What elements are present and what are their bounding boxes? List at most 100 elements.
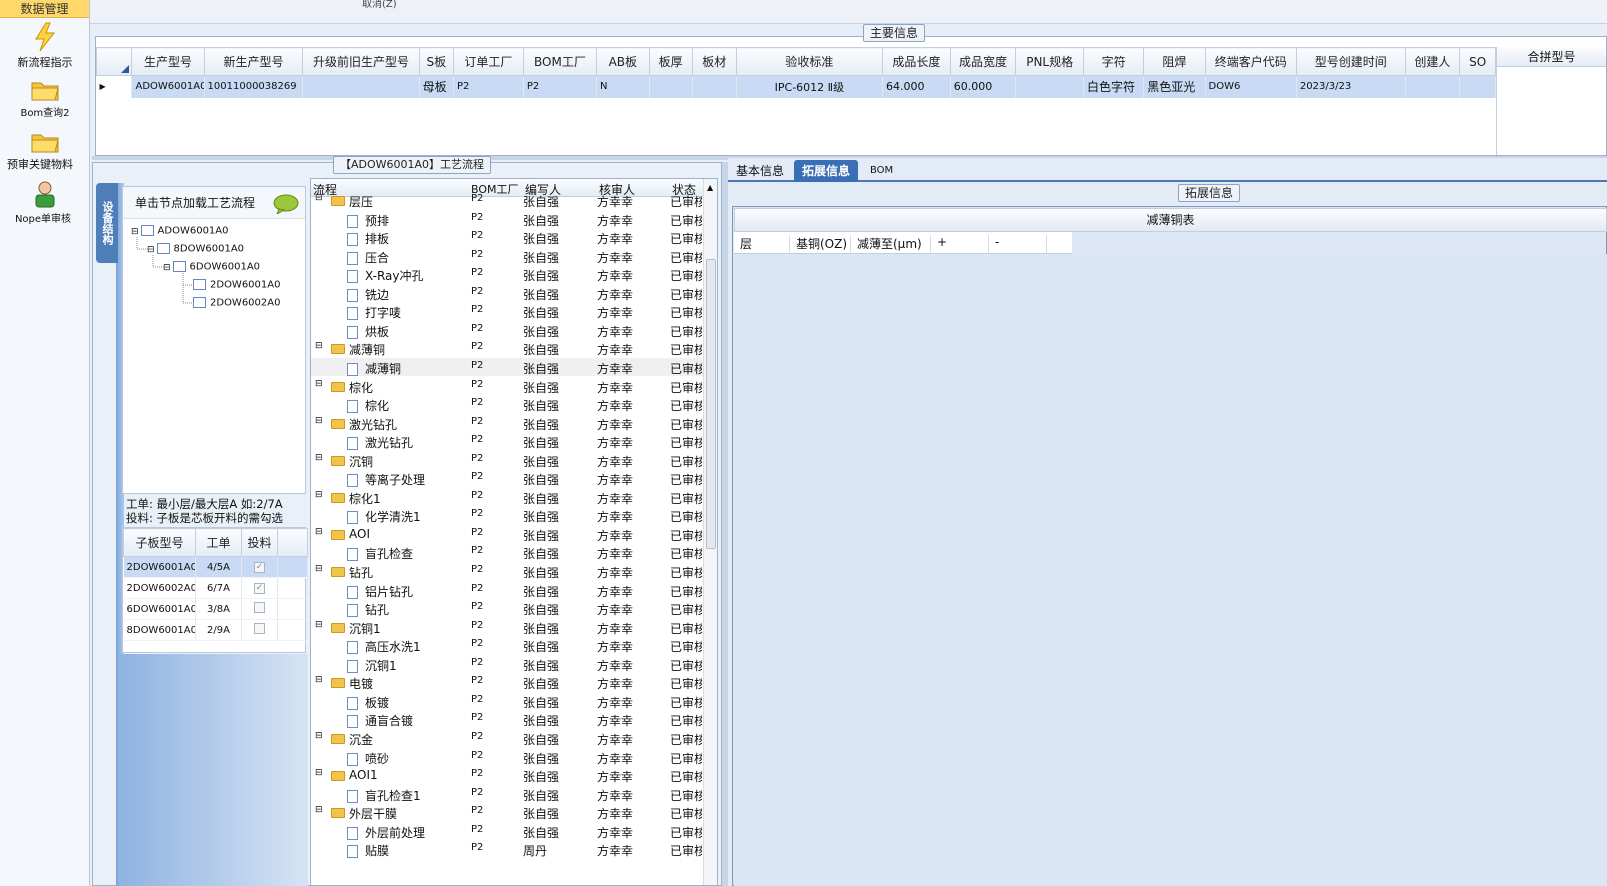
vertical-scrollbar[interactable]: ▲ bbox=[703, 179, 717, 885]
process-row[interactable]: 激光钻孔 P2 张自强 方幸幸 已审核 bbox=[311, 432, 703, 451]
process-row[interactable]: ⊟ 钻孔 P2 张自强 方幸幸 已审核 bbox=[311, 562, 703, 581]
process-row[interactable]: ⊟ AOI P2 张自强 方幸幸 已审核 bbox=[311, 525, 703, 544]
collapse-icon[interactable]: ⊟ bbox=[315, 731, 323, 741]
col-header[interactable]: PNL规格 bbox=[1015, 47, 1085, 76]
col-header[interactable]: S板 bbox=[418, 47, 454, 76]
col-header[interactable]: 子板型号 bbox=[123, 528, 196, 557]
cell[interactable]: 2/9A bbox=[195, 619, 242, 641]
process-row[interactable]: 等离子处理 P2 张自强 方幸幸 已审核 bbox=[311, 469, 703, 488]
cell[interactable] bbox=[1405, 75, 1461, 98]
process-row[interactable]: 板镀 P2 张自强 方幸幸 已审核 bbox=[311, 692, 703, 711]
feed-checkbox[interactable] bbox=[254, 602, 265, 613]
cell[interactable]: ADOW6001A0 bbox=[131, 75, 205, 98]
cell[interactable]: 60.000 bbox=[950, 75, 1017, 98]
process-row[interactable]: ⊟ 棕化1 P2 张自强 方幸幸 已审核 bbox=[311, 488, 703, 507]
tab-extended-info[interactable]: 拓展信息 bbox=[794, 160, 859, 182]
cell[interactable]: 6/7A bbox=[195, 577, 242, 599]
col-header[interactable]: 升级前旧生产型号 bbox=[302, 47, 420, 76]
cell[interactable]: N bbox=[596, 75, 650, 98]
cell[interactable]: 10011000038269 bbox=[204, 75, 304, 98]
process-row[interactable]: 贴膜 P2 周丹 方幸幸 已审核 bbox=[311, 840, 703, 859]
process-row[interactable]: ⊟ 沉金 P2 张自强 方幸幸 已审核 bbox=[311, 729, 703, 748]
nav-item-bom-query[interactable]: Bom查询2 bbox=[0, 78, 90, 119]
tab-equipment-structure[interactable]: 设备结构 bbox=[96, 183, 118, 263]
add-column-button[interactable]: + bbox=[931, 235, 989, 255]
cell[interactable]: 2023/3/23 bbox=[1296, 75, 1406, 98]
process-row[interactable]: 通盲合镀 P2 张自强 方幸幸 已审核 bbox=[311, 710, 703, 729]
cell[interactable] bbox=[1015, 75, 1085, 98]
process-row[interactable]: 压合 P2 张自强 方幸幸 已审核 bbox=[311, 247, 703, 266]
cell[interactable] bbox=[302, 75, 420, 98]
collapse-icon[interactable]: ⊟ bbox=[315, 768, 323, 778]
process-row[interactable]: 烘板 P2 张自强 方幸幸 已审核 bbox=[311, 321, 703, 340]
cell[interactable]: 2DOW6001A0 bbox=[123, 556, 196, 578]
cell[interactable]: 3/8A bbox=[195, 598, 242, 620]
process-row[interactable]: ⊟ 沉铜 P2 张自强 方幸幸 已审核 bbox=[311, 451, 703, 470]
col-header[interactable]: 新生产型号 bbox=[203, 47, 304, 76]
col-header[interactable]: 成品长度 bbox=[881, 47, 951, 76]
process-row[interactable]: 钻孔 P2 张自强 方幸幸 已审核 bbox=[311, 599, 703, 618]
cell[interactable]: 64.000 bbox=[882, 75, 951, 98]
process-row[interactable]: X-Ray冲孔 P2 张自强 方幸幸 已审核 bbox=[311, 265, 703, 284]
cell[interactable]: IPC-6012 Ⅱ级 bbox=[736, 75, 883, 98]
nav-header[interactable]: 数据管理 bbox=[0, 0, 89, 18]
process-row[interactable]: ⊟ 棕化 P2 张自强 方幸幸 已审核 bbox=[311, 377, 703, 396]
cell[interactable]: DOW6 bbox=[1205, 75, 1297, 98]
cell[interactable] bbox=[649, 75, 693, 98]
cell[interactable]: 黑色亚光 bbox=[1143, 75, 1206, 98]
col-header[interactable]: 验收标准 bbox=[735, 47, 883, 76]
process-row[interactable]: ⊟ 层压 P2 张自强 方幸幸 已审核 bbox=[311, 191, 703, 210]
process-row[interactable]: ⊟ 激光钻孔 P2 张自强 方幸幸 已审核 bbox=[311, 414, 703, 433]
process-row[interactable]: 盲孔检查1 P2 张自强 方幸幸 已审核 bbox=[311, 785, 703, 804]
col-header[interactable]: 基铜(OZ) bbox=[790, 235, 851, 255]
collapse-icon[interactable]: ⊟ bbox=[315, 453, 323, 463]
process-row[interactable]: 铝片钻孔 P2 张自强 方幸幸 已审核 bbox=[311, 581, 703, 600]
feed-checkbox[interactable] bbox=[254, 623, 265, 634]
tab-bom[interactable]: BOM bbox=[862, 160, 901, 182]
nav-item-new-process[interactable]: 新流程指示 bbox=[0, 22, 90, 70]
cell[interactable]: 母板 bbox=[419, 75, 454, 98]
collapse-icon[interactable]: ⊟ bbox=[315, 416, 323, 426]
collapse-icon[interactable]: ⊟ bbox=[315, 620, 323, 630]
collapse-icon[interactable]: ⊟ bbox=[315, 490, 323, 500]
col-header[interactable]: 层 bbox=[734, 235, 790, 255]
process-row[interactable]: ⊟ 外层干膜 P2 张自强 方幸幸 已审核 bbox=[311, 803, 703, 822]
row-header-corner[interactable] bbox=[95, 47, 133, 76]
collapse-icon[interactable]: ⊟ bbox=[315, 193, 323, 203]
cell[interactable] bbox=[692, 75, 737, 98]
cell[interactable]: 白色字符 bbox=[1083, 75, 1145, 98]
process-row[interactable]: ⊟ 沉铜1 P2 张自强 方幸幸 已审核 bbox=[311, 618, 703, 637]
col-header[interactable]: 生产型号 bbox=[131, 47, 205, 76]
cell[interactable]: 6DOW6001A0 bbox=[123, 598, 196, 620]
scroll-up-icon[interactable]: ▲ bbox=[707, 183, 713, 192]
col-header[interactable]: 字符 bbox=[1083, 47, 1145, 76]
feed-checkbox[interactable]: ✓ bbox=[254, 583, 265, 594]
process-row[interactable]: 外层前处理 P2 张自强 方幸幸 已审核 bbox=[311, 822, 703, 841]
process-row[interactable]: 预排 P2 张自强 方幸幸 已审核 bbox=[311, 210, 703, 229]
col-header[interactable]: 投料 bbox=[241, 528, 278, 557]
process-row[interactable]: ⊟ 电镀 P2 张自强 方幸幸 已审核 bbox=[311, 673, 703, 692]
col-header[interactable]: SO bbox=[1459, 47, 1496, 76]
col-header[interactable]: 型号创建时间 bbox=[1295, 47, 1406, 76]
col-header[interactable]: 阻焊 bbox=[1143, 47, 1206, 76]
collapse-icon[interactable]: ⊟ bbox=[315, 379, 323, 389]
nav-item-nope-review[interactable]: Nope单审核 bbox=[0, 180, 90, 225]
collapse-icon[interactable]: ⊟ bbox=[315, 805, 323, 815]
col-header[interactable]: 终端客户代码 bbox=[1204, 47, 1297, 76]
process-row[interactable]: 打字唛 P2 张自强 方幸幸 已审核 bbox=[311, 302, 703, 321]
col-header[interactable]: 减薄至(μm) bbox=[851, 235, 931, 255]
cell[interactable]: 8DOW6001A0 bbox=[123, 619, 196, 641]
col-header[interactable]: 订单工厂 bbox=[452, 47, 524, 76]
tab-basic-info[interactable]: 基本信息 bbox=[728, 160, 792, 182]
process-row[interactable]: 减薄铜 P2 张自强 方幸幸 已审核 bbox=[311, 357, 703, 377]
cell[interactable]: 2DOW6002A0 bbox=[123, 577, 196, 599]
combined-model-title[interactable]: 合拼型号 bbox=[1497, 47, 1606, 67]
col-header[interactable]: BOM工厂 bbox=[522, 47, 597, 76]
cell[interactable] bbox=[1459, 75, 1496, 98]
table-row[interactable]: 2DOW6002A0 6/7A ✓ bbox=[123, 577, 308, 599]
collapse-icon[interactable]: ⊟ bbox=[315, 341, 323, 351]
table-row[interactable]: ▶ ADOW6001A0 10011000038269 母板 P2 P2 N I… bbox=[96, 75, 1496, 98]
process-row[interactable]: 铣边 P2 张自强 方幸幸 已审核 bbox=[311, 284, 703, 303]
col-header[interactable]: 创建人 bbox=[1404, 47, 1461, 76]
process-row[interactable]: ⊟ 减薄铜 P2 张自强 方幸幸 已审核 bbox=[311, 339, 703, 358]
